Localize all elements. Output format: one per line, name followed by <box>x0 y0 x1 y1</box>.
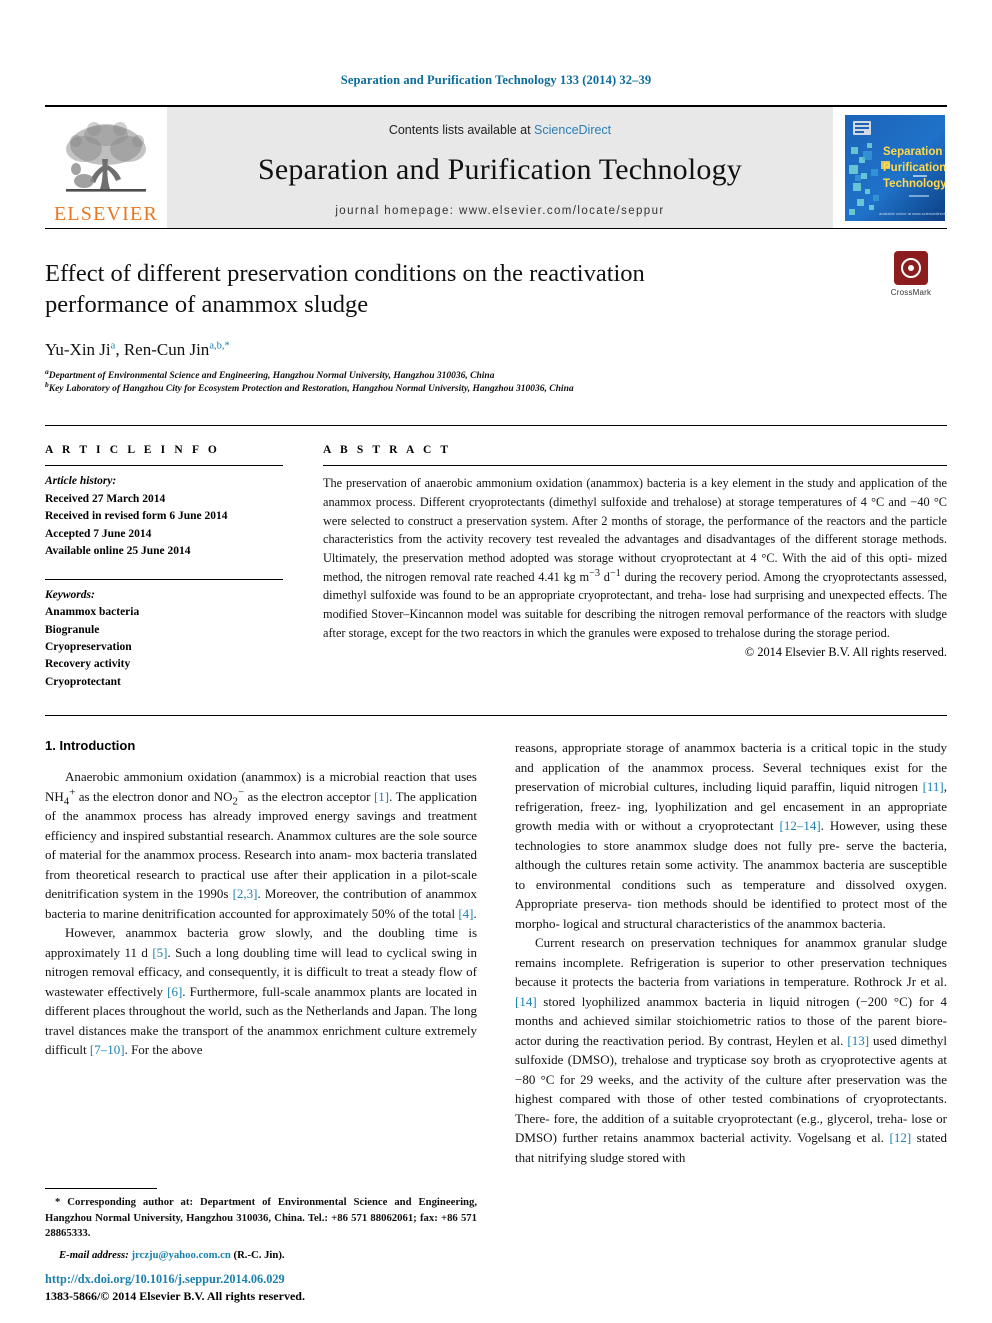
footnote-divider <box>45 1188 157 1190</box>
issn-line: 1383-5866/© 2014 Elsevier B.V. All right… <box>45 1289 305 1303</box>
citation-link[interactable]: [4] <box>458 906 473 921</box>
paper-page: Separation and Purification Technology 1… <box>0 0 992 1323</box>
citation-link[interactable]: [6] <box>167 984 182 999</box>
elsevier-logo: ELSEVIER <box>45 107 167 228</box>
title-block: CrossMark Effect of different preservati… <box>45 228 947 397</box>
keywords-block: Keywords: Anammox bacteria Biogranule Cr… <box>45 578 283 692</box>
article-info-column: A R T I C L E I N F O Article history: R… <box>45 426 283 691</box>
crossmark-badge[interactable]: CrossMark <box>875 251 947 297</box>
affiliation-item: aDepartment of Environmental Science and… <box>45 367 947 384</box>
citation-link[interactable]: [13] <box>847 1033 869 1048</box>
body-column-right: reasons, appropriate storage of anammox … <box>515 738 947 1167</box>
affiliation-item: bKey Laboratory of Hangzhou City for Eco… <box>45 381 947 397</box>
keywords-label: Keywords: <box>45 588 95 601</box>
abstract-heading: A B S T R A C T <box>323 444 452 457</box>
keyword-item: Recovery activity <box>45 658 131 671</box>
doi-block: http://dx.doi.org/10.1016/j.seppur.2014.… <box>45 1272 477 1305</box>
citation-link[interactable]: [5] <box>152 945 167 960</box>
journal-masthead: ELSEVIER Contents lists available at Sci… <box>45 105 947 228</box>
citation-link[interactable]: [12–14] <box>780 818 821 833</box>
email-note: E-mail address: jrczju@yahoo.com.cn (R.-… <box>45 1249 477 1261</box>
divider <box>45 715 947 717</box>
paragraph: reasons, appropriate storage of anammox … <box>515 740 947 931</box>
author-affil-mark[interactable]: a,b,* <box>209 340 229 351</box>
elsevier-tree-icon <box>66 122 146 192</box>
affiliation-text: Key Laboratory of Hangzhou City for Ecos… <box>48 384 574 395</box>
affiliation-text: Department of Environmental Science and … <box>48 370 495 381</box>
crossmark-icon <box>894 251 928 285</box>
footnote-block: * Corresponding author at: Department of… <box>45 1188 477 1261</box>
body-column-left: 1. Introduction Anaerobic ammonium oxida… <box>45 738 477 1167</box>
svg-text:Purification: Purification <box>883 162 946 174</box>
citation-link[interactable]: [14] <box>515 994 537 1009</box>
abstract-column: A B S T R A C T The preservation of anae… <box>323 426 947 691</box>
keyword-item: Cryopreservation <box>45 641 132 653</box>
doi-link[interactable]: http://dx.doi.org/10.1016/j.seppur.2014.… <box>45 1272 477 1287</box>
author-affil-mark[interactable]: a <box>111 340 116 351</box>
info-abstract-region: A R T I C L E I N F O Article history: R… <box>45 425 947 691</box>
running-head: Separation and Purification Technology 1… <box>340 73 652 87</box>
section-heading-introduction: 1. Introduction <box>45 738 136 754</box>
history-item: Accepted 7 June 2014 <box>45 527 152 540</box>
keyword-item: Biogranule <box>45 623 100 636</box>
affiliation-list: aDepartment of Environmental Science and… <box>45 367 947 398</box>
citation-link[interactable]: [2,3] <box>233 886 258 901</box>
body-columns: 1. Introduction Anaerobic ammonium oxida… <box>45 738 947 1167</box>
elsevier-wordmark: ELSEVIER <box>53 203 159 225</box>
paragraph: However, anammox bacteria grow slowly, a… <box>45 925 477 1058</box>
article-history-block: Article history: Received 27 March 2014 … <box>45 466 283 560</box>
paragraph: Current research on preservation techniq… <box>515 935 947 1165</box>
page-title: Effect of different preservation conditi… <box>45 260 645 318</box>
keyword-item: Anammox bacteria <box>45 606 140 619</box>
author-name: Ren-Cun Jin <box>123 339 210 359</box>
sciencedirect-link[interactable]: ScienceDirect <box>534 123 611 137</box>
contents-prefix: Contents lists available at <box>388 122 535 137</box>
journal-homepage-line[interactable]: journal homepage: www.elsevier.com/locat… <box>335 205 664 217</box>
paragraph: Anaerobic ammonium oxidation (anammox) i… <box>45 769 478 921</box>
author-name: Yu-Xin Ji <box>45 339 111 359</box>
abstract-text: The preservation of anaerobic ammonium o… <box>323 476 947 640</box>
svg-text:Technology: Technology <box>883 178 947 190</box>
citation-link[interactable]: [1] <box>374 789 389 804</box>
journal-band: Contents lists available at ScienceDirec… <box>167 107 833 228</box>
email-owner: (R.-C. Jin). <box>233 1249 285 1261</box>
citation-link[interactable]: [12] <box>890 1130 912 1145</box>
article-info-heading: A R T I C L E I N F O <box>45 444 220 457</box>
svg-text:Separation: Separation <box>883 146 942 158</box>
email-link[interactable]: jrczju@yahoo.com.cn <box>131 1249 230 1261</box>
article-history-label: Article history: <box>45 475 117 488</box>
journal-title: Separation and Purification Technology <box>258 152 742 186</box>
journal-cover-image: Separation Purification Technology avail… <box>845 114 947 221</box>
history-item: Received in revised form 6 June 2014 <box>45 510 228 523</box>
crossmark-label: CrossMark <box>890 288 932 297</box>
citation-link[interactable]: [11] <box>923 779 944 794</box>
contents-available-line: Contents lists available at ScienceDirec… <box>389 123 611 137</box>
history-item: Available online 25 June 2014 <box>45 545 191 558</box>
keyword-item: Cryoprotectant <box>45 675 121 688</box>
email-label: E-mail address: <box>59 1249 129 1261</box>
history-item: Received 27 March 2014 <box>45 492 166 505</box>
svg-text:available online at www.scienc: available online at www.sciencedirect.co… <box>879 211 947 216</box>
author-list: Yu-Xin Jia, Ren-Cun Jina,b,* <box>45 339 230 359</box>
abstract-copyright: © 2014 Elsevier B.V. All rights reserved… <box>744 645 947 660</box>
corresponding-author-note: * Corresponding author at: Department of… <box>45 1196 477 1240</box>
citation-link[interactable]: [7–10] <box>90 1042 125 1057</box>
journal-cover-thumbnail: Separation Purification Technology avail… <box>843 113 947 223</box>
